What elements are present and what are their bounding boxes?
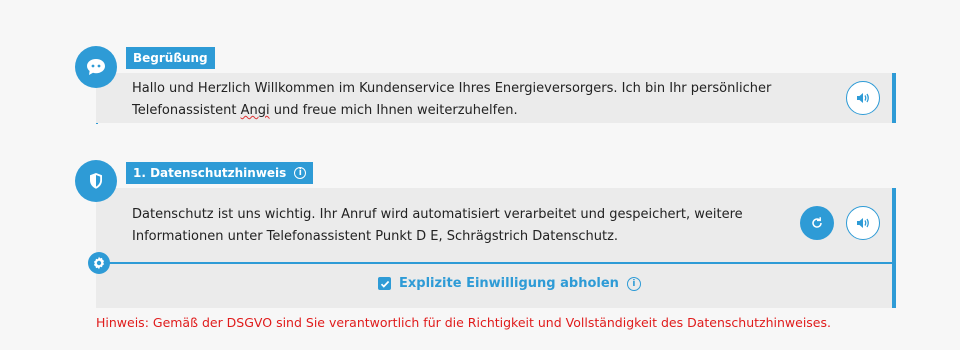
privacy-settings-button[interactable] xyxy=(88,252,110,274)
privacy-speaker-button[interactable] xyxy=(846,206,880,240)
greeting-section-icon xyxy=(75,46,117,88)
privacy-info-icon[interactable]: i xyxy=(294,167,307,179)
privacy-reset-button[interactable] xyxy=(800,206,834,240)
greeting-speaker-button[interactable] xyxy=(846,81,880,115)
speaker-icon xyxy=(857,93,869,103)
consent-checkbox[interactable] xyxy=(378,277,391,290)
gear-icon xyxy=(93,256,105,270)
consent-info-icon[interactable]: i xyxy=(626,276,641,291)
consent-label[interactable]: Explizite Einwilligung abholen xyxy=(399,276,619,291)
consent-row: Explizite Einwilligung abholen i xyxy=(378,276,641,291)
privacy-tag: 1. Datenschutzhinweis i xyxy=(126,162,314,184)
check-icon xyxy=(380,280,389,288)
refresh-icon xyxy=(812,217,822,228)
greeting-panel: Hallo und Herzlich Willkommen im Kundens… xyxy=(96,73,896,123)
privacy-section-icon xyxy=(75,160,117,202)
chat-bubble-icon xyxy=(87,59,105,75)
greeting-text[interactable]: Hallo und Herzlich Willkommen im Kundens… xyxy=(132,78,812,122)
misspelled-word: Angi xyxy=(240,103,270,118)
gdpr-warning-text: Hinweis: Gemäß der DSGVO sind Sie verant… xyxy=(96,315,831,330)
speaker-icon xyxy=(857,218,869,228)
privacy-text[interactable]: Datenschutz ist uns wichtig. Ihr Anruf w… xyxy=(132,204,762,248)
shield-icon xyxy=(90,173,102,189)
privacy-divider xyxy=(96,262,892,264)
greeting-tag: Begrüßung xyxy=(126,47,215,69)
